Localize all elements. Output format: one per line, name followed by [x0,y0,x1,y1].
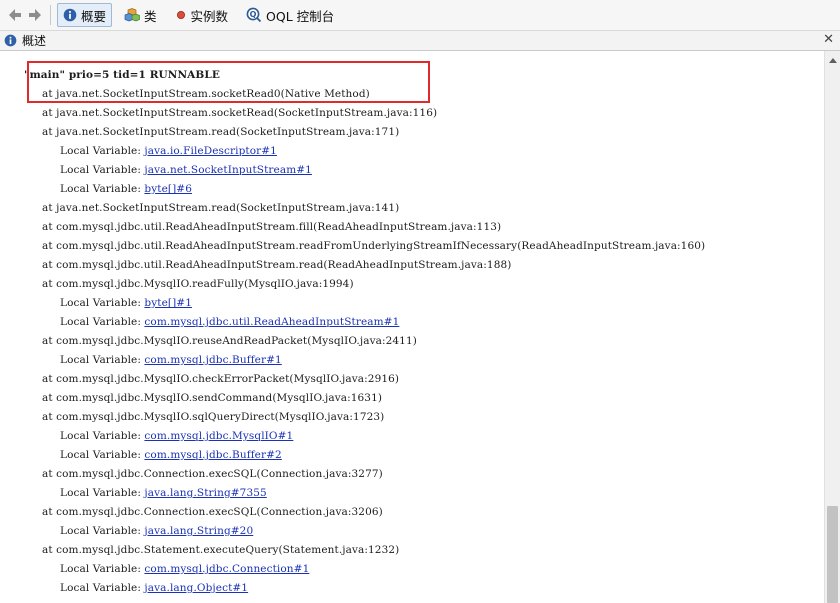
local-variable-label: Local Variable: [60,183,145,195]
chevron-up-icon [828,57,837,63]
object-link[interactable]: com.mysql.jdbc.MysqlIO#1 [144,430,293,442]
local-variable-label: Local Variable: [60,449,145,461]
local-variable-label: Local Variable: [60,164,145,176]
local-variable: Local Variable: com.mysql.jdbc.MysqlIO#1 [24,427,705,446]
scroll-up-button[interactable] [825,53,840,67]
oql-icon: Q [246,7,262,23]
stack-frame: at com.mysql.jdbc.Connection.execSQL(Con… [42,468,383,480]
object-link[interactable]: byte[]#1 [144,297,192,309]
stack-trace: "main" prio=5 tid=1 RUNNABLE at java.net… [24,66,705,598]
forward-button[interactable] [26,6,44,24]
stack-frame: at com.mysql.jdbc.util.ReadAheadInputStr… [42,240,706,252]
stack-frame: at com.mysql.jdbc.util.ReadAheadInputStr… [42,221,502,233]
svg-text:Q: Q [250,10,257,19]
object-link[interactable]: java.lang.String#20 [144,525,253,537]
scroll-thumb[interactable] [827,506,838,603]
tab-classes[interactable]: 类 [118,3,163,27]
local-variable: Local Variable: com.mysql.jdbc.util.Read… [24,313,705,332]
stack-frame: at com.mysql.jdbc.MysqlIO.checkErrorPack… [42,373,400,385]
local-variable: Local Variable: java.net.SocketInputStre… [24,161,705,180]
local-variable: Local Variable: java.lang.String#20 [24,522,705,541]
local-variable-label: Local Variable: [60,145,145,157]
stack-frame: at com.mysql.jdbc.MysqlIO.reuseAndReadPa… [42,335,417,347]
local-variable-label: Local Variable: [60,297,145,309]
toolbar: 概要 类 实例数 Q OQL 控制台 [0,0,840,31]
object-link[interactable]: byte[]#6 [144,183,192,195]
local-variable: Local Variable: byte[]#1 [24,294,705,313]
stack-frame: at java.net.SocketInputStream.read(Socke… [42,202,400,214]
local-variable-label: Local Variable: [60,582,145,594]
object-link[interactable]: java.io.FileDescriptor#1 [144,145,277,157]
tab-oql-console[interactable]: Q OQL 控制台 [240,3,340,27]
stack-frame: at com.mysql.jdbc.MysqlIO.sqlQueryDirect… [42,411,385,423]
info-icon [63,8,77,22]
local-variable-label: Local Variable: [60,487,145,499]
tab-oql-console-label: OQL 控制台 [266,8,335,24]
panel-title: 概述 [22,34,47,48]
stack-frame: at com.mysql.jdbc.Statement.executeQuery… [42,544,400,556]
vertical-scrollbar[interactable] [824,51,840,603]
local-variable: Local Variable: byte[]#6 [24,180,705,199]
arrow-right-icon [29,9,41,21]
local-variable: Local Variable: com.mysql.jdbc.Buffer#2 [24,446,705,465]
local-variable-label: Local Variable: [60,354,145,366]
local-variable: Local Variable: com.mysql.jdbc.Connectio… [24,560,705,579]
classes-icon [124,8,140,22]
tab-instances[interactable]: 实例数 [169,3,235,27]
close-icon[interactable]: ✕ [823,32,834,47]
object-link[interactable]: java.lang.Object#1 [144,582,248,594]
back-button[interactable] [6,6,24,24]
info-icon [4,34,17,47]
local-variable-label: Local Variable: [60,563,145,575]
stack-frame: at com.mysql.jdbc.MysqlIO.readFully(Mysq… [42,278,354,290]
local-variable-label: Local Variable: [60,525,145,537]
thread-dump-view: "main" prio=5 tid=1 RUNNABLE at java.net… [0,51,824,603]
object-link[interactable]: com.mysql.jdbc.Buffer#1 [144,354,281,366]
tab-summary-label: 概要 [81,8,107,24]
object-link[interactable]: java.net.SocketInputStream#1 [144,164,312,176]
object-link[interactable]: com.mysql.jdbc.util.ReadAheadInputStream… [144,316,399,328]
stack-frame: at java.net.SocketInputStream.socketRead… [42,107,438,119]
tab-classes-label: 类 [144,8,157,24]
panel-header: 概述 ✕ [0,31,840,51]
tab-summary[interactable]: 概要 [57,3,113,27]
local-variable: Local Variable: java.lang.Object#1 [24,579,705,598]
local-variable: Local Variable: com.mysql.jdbc.Buffer#1 [24,351,705,370]
toolbar-separator [50,5,51,25]
object-link[interactable]: java.lang.String#7355 [144,487,266,499]
stack-frame: at com.mysql.jdbc.MysqlIO.sendCommand(My… [42,392,383,404]
stack-frame: at com.mysql.jdbc.util.ReadAheadInputStr… [42,259,512,271]
object-link[interactable]: com.mysql.jdbc.Connection#1 [144,563,309,575]
stack-frame: at java.net.SocketInputStream.read(Socke… [42,126,400,138]
highlight-box [27,61,430,103]
instances-icon [175,9,187,21]
local-variable: Local Variable: java.io.FileDescriptor#1 [24,142,705,161]
local-variable-label: Local Variable: [60,316,145,328]
stack-frame: at com.mysql.jdbc.Connection.execSQL(Con… [42,506,383,518]
object-link[interactable]: com.mysql.jdbc.Buffer#2 [144,449,281,461]
local-variable: Local Variable: java.lang.String#7355 [24,484,705,503]
local-variable-label: Local Variable: [60,430,145,442]
tab-instances-label: 实例数 [190,8,229,24]
arrow-left-icon [9,9,21,21]
